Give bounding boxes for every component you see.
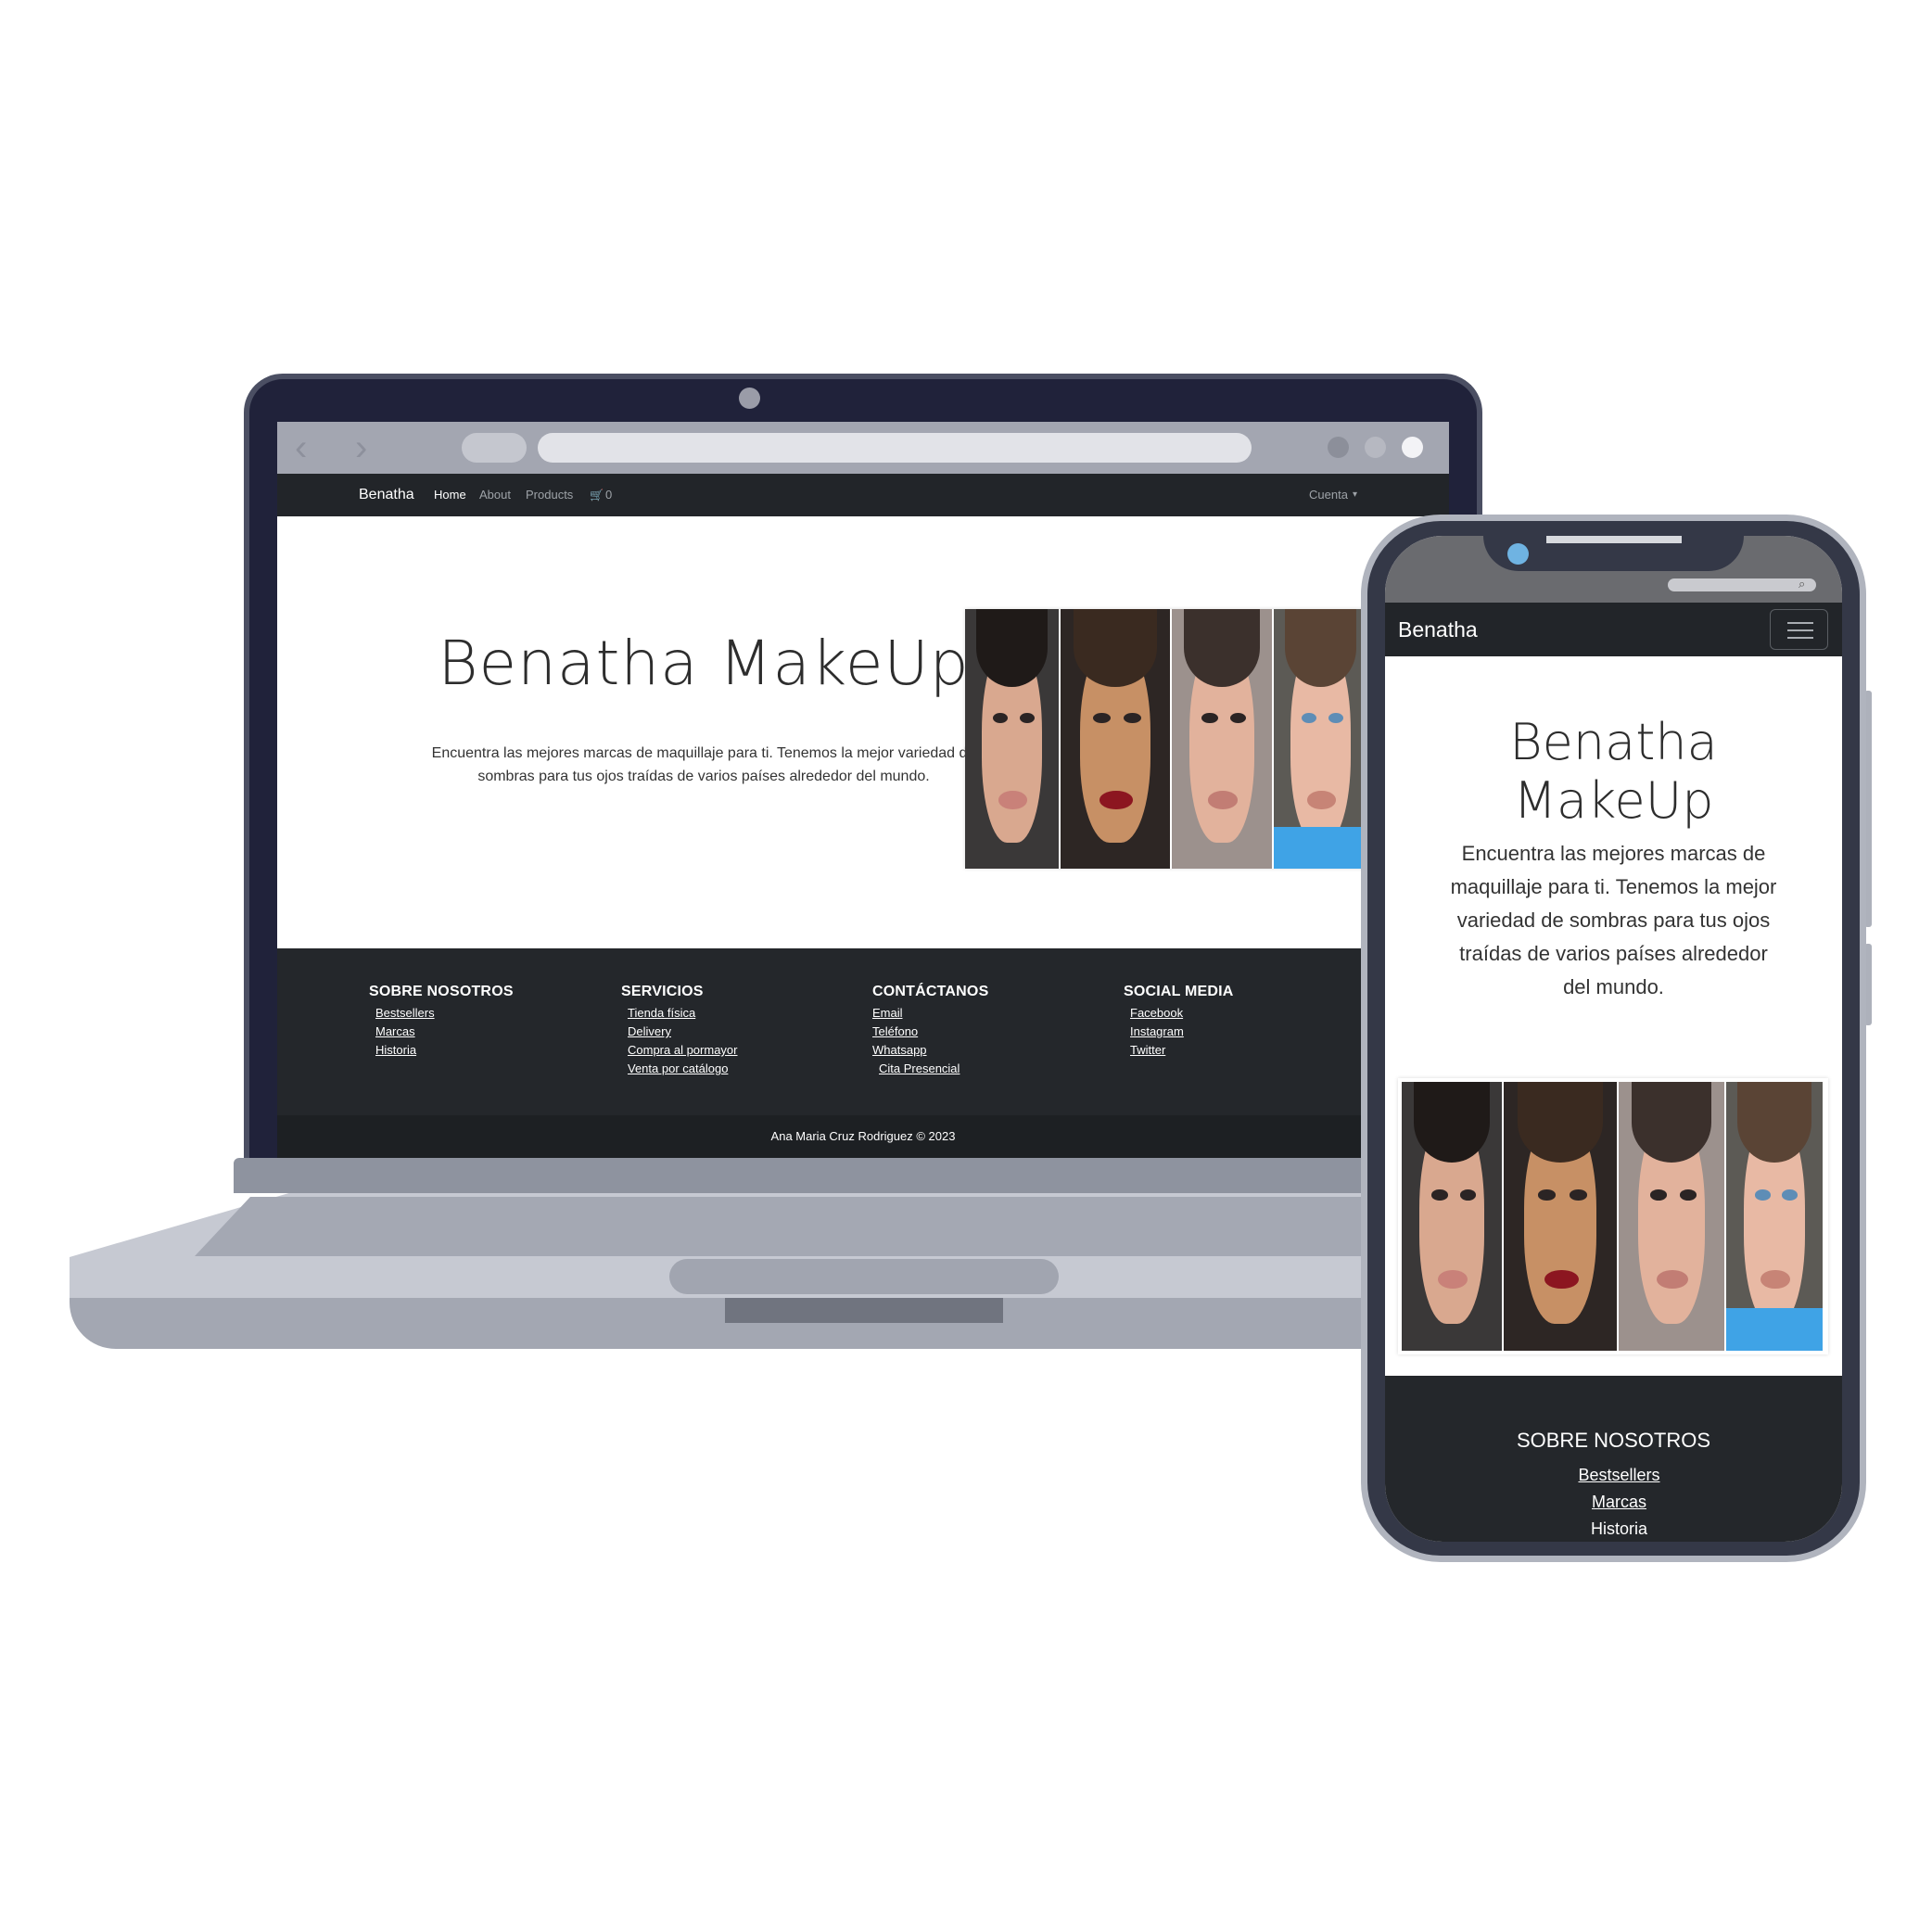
address-bar[interactable] [538,433,1252,463]
model-photo [1402,1082,1502,1351]
navbar-brand[interactable]: Benatha [1398,603,1478,656]
footer-heading: SERVICIOS [621,984,704,999]
footer-link[interactable]: Compra al pormayor [628,1041,738,1060]
desktop-footer: SOBRE NOSOTROS Bestsellers Marcas Histor… [277,948,1449,1115]
footer-link[interactable]: Cita Presencial [872,1060,988,1078]
mobile-footer: SOBRE NOSOTROS Bestsellers Marcas Histor… [1385,1376,1842,1542]
cart-icon[interactable]: 🛒 [590,474,604,516]
model-photo [1172,609,1272,869]
hero-subtitle-line: variedad de sombras para tus ojos [1456,909,1771,932]
nav-link-home[interactable]: Home [434,474,466,516]
laptop-foot [725,1298,1003,1323]
hero-subtitle-line: del mundo. [1563,975,1664,998]
model-photo [965,609,1059,869]
hero-subtitle-line: Encuentra las mejores marcas de [1461,842,1766,865]
model-photo [1274,609,1367,869]
footer-link[interactable]: Twitter [1130,1041,1234,1060]
makeup-collage-image [1398,1078,1828,1354]
nav-link-about[interactable]: About [479,474,511,516]
footer-link[interactable]: Whatsapp [872,1041,988,1060]
hero-title: Benatha MakeUp [438,628,970,699]
footer-link[interactable]: Venta por catálogo [628,1060,738,1078]
navbar-brand[interactable]: Benatha [359,474,414,516]
footer-link[interactable]: Bestsellers [375,1004,514,1023]
footer-link[interactable]: Tienda física [628,1004,738,1023]
footer-link[interactable]: Facebook [1130,1004,1234,1023]
window-dot-icon[interactable] [1402,437,1423,458]
account-dropdown[interactable]: Cuenta [1309,474,1348,516]
hero-subtitle-line: maquillaje para ti. Tenemos la mejor [1450,875,1777,898]
hamburger-menu-icon[interactable] [1770,609,1828,650]
model-photo [1726,1082,1823,1351]
footer-link[interactable]: Bestsellers [1391,1466,1842,1485]
mobile-search-bar[interactable] [1668,578,1816,591]
mobile-navbar: Benatha [1385,603,1842,656]
desktop-website: Benatha Home About Products 🛒 0 Cuenta ▾… [277,474,1449,1158]
footer-link[interactable]: Marcas [1391,1493,1842,1512]
back-arrow-icon[interactable]: ‹ [295,422,307,474]
footer-column-social: SOCIAL MEDIA Facebook Instagram Twitter [1124,984,1234,1060]
nav-link-products[interactable]: Products [526,474,573,516]
hero-title: Benatha MakeUp [1385,713,1842,830]
hero-subtitle-line: Encuentra las mejores marcas de maquilla… [431,745,976,761]
footer-heading: CONTÁCTANOS [872,984,989,999]
footer-column-about: SOBRE NOSOTROS Bestsellers Marcas Histor… [369,984,514,1060]
chevron-down-icon[interactable]: ▾ [1353,474,1357,516]
hero-subtitle: Encuentra las mejores marcas de maquilla… [379,742,1028,788]
hero-subtitle-line: traídas de varios países alrededor [1459,942,1768,965]
phone-camera-icon [1507,543,1529,565]
mobile-hero: Benatha MakeUp Encuentra las mejores mar… [1385,713,1842,1004]
hero-title-line: MakeUp [1513,771,1714,830]
model-photo [1504,1082,1617,1351]
footer-heading: SOCIAL MEDIA [1124,984,1234,999]
footer-link[interactable]: Historia [375,1041,514,1060]
footer-heading: SOBRE NOSOTROS [369,984,514,999]
footer-column-services: SERVICIOS Tienda física Delivery Compra … [621,984,738,1078]
footer-link[interactable]: Historia [1391,1519,1842,1539]
cart-count[interactable]: 0 [605,474,612,516]
search-icon[interactable]: ⌕ [1799,577,1805,591]
hero-subtitle-line: sombras para tus ojos traídas de varios … [477,769,930,784]
footer-column-contact: CONTÁCTANOS Email Teléfono Whatsapp Cita… [872,984,988,1078]
footer-link[interactable]: Marcas [375,1023,514,1041]
hero-subtitle: Encuentra las mejores marcas de maquilla… [1385,837,1842,1004]
window-dot-icon[interactable] [1365,437,1386,458]
footer-heading: SOBRE NOSOTROS [1516,1429,1711,1452]
laptop-camera [739,388,760,409]
mobile-website: ⌕ Benatha Benatha MakeUp Encuentra las m… [1385,536,1842,1542]
desktop-navbar: Benatha Home About Products 🛒 0 Cuenta ▾ [277,474,1449,516]
model-photo [1619,1082,1724,1351]
browser-tab-pill[interactable] [462,433,527,463]
footer-link[interactable]: Delivery [628,1023,738,1041]
footer-link[interactable]: Teléfono [872,1023,988,1041]
laptop-hinge [234,1158,1493,1193]
footer-link[interactable]: Email [872,1004,988,1023]
window-dot-icon[interactable] [1328,437,1349,458]
phone-speaker [1546,536,1682,543]
laptop-trackpad [669,1259,1059,1294]
desktop-hero: Benatha MakeUp Encuentra las mejores mar… [277,516,1449,948]
copyright-text: Ana Maria Cruz Rodriguez © 2023 [277,1115,1449,1158]
model-photo [1061,609,1170,869]
hero-title-line: Benatha [1509,713,1718,771]
footer-link[interactable]: Instagram [1130,1023,1234,1041]
forward-arrow-icon[interactable]: › [355,422,367,474]
